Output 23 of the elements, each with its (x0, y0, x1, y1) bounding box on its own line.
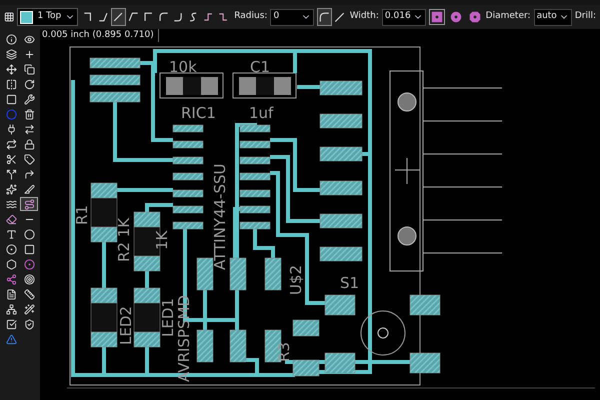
component-label: 10k (169, 58, 197, 76)
value-dropdown[interactable]: 0.016 (382, 8, 426, 26)
component-label: AVRISPSMD (175, 295, 193, 382)
value-dropdown[interactable]: 0 (270, 8, 314, 26)
component-label: S1 (340, 274, 360, 292)
layer-dropdown[interactable]: 1 Top (17, 8, 78, 26)
component-label: R1 (73, 205, 91, 225)
component-label: LED1 (159, 298, 177, 337)
component-label: U$2 (287, 264, 305, 295)
component-label: R2 1K (115, 218, 133, 262)
component-label: LED2 (117, 306, 135, 345)
component-label: RIC1 (181, 104, 216, 122)
component-label: 1K (153, 230, 171, 250)
width-label: Width: (350, 10, 379, 24)
component-label: C1 (250, 58, 270, 76)
component-label: 1uf (249, 104, 274, 122)
drill-label: Drill: (574, 10, 596, 24)
value-dropdown[interactable]: auto (534, 8, 572, 26)
radius-label: Radius: (234, 10, 268, 24)
coordinate-display: 0.005 inch (0.895 0.710) (40, 29, 159, 42)
component-label: R3 (275, 342, 293, 362)
diameter-label: Diameter: (486, 10, 531, 24)
component-label: ATTINY44-SSU (211, 164, 229, 270)
